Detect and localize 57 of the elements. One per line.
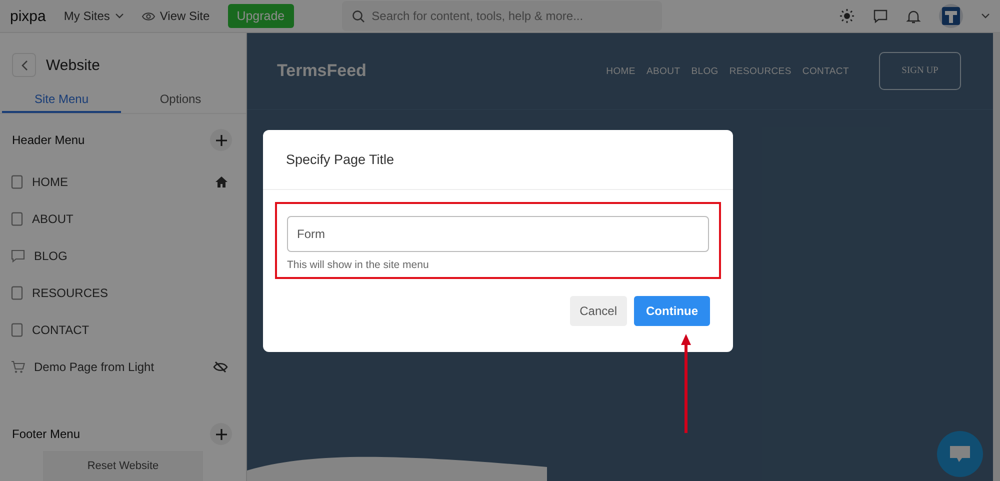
field-hint: This will show in the site menu xyxy=(287,259,430,271)
tab[interactable]: Site Menu xyxy=(2,87,121,113)
reset-website-button[interactable]: Reset Website xyxy=(43,451,203,481)
chevron-down-icon xyxy=(114,13,124,19)
speech-bubble-icon xyxy=(949,445,971,463)
nav-link[interactable]: HOME xyxy=(606,66,636,76)
plus-icon xyxy=(216,428,226,440)
menu-item[interactable]: HOME xyxy=(0,163,246,200)
menu-item[interactable]: BLOG xyxy=(0,237,246,274)
my-sites-menu[interactable]: My Sites xyxy=(64,9,124,23)
add-button[interactable] xyxy=(210,129,232,151)
cart-icon xyxy=(11,360,25,374)
avatar-icon[interactable] xyxy=(939,4,963,28)
bell-icon[interactable] xyxy=(906,8,921,24)
eye-icon xyxy=(142,12,155,20)
menu-item-label: Demo Page from Light xyxy=(34,360,156,374)
search-field[interactable]: Search for content, tools, help & more... xyxy=(342,1,662,31)
menu-item[interactable]: CONTACT xyxy=(0,311,246,348)
chat-button[interactable] xyxy=(937,431,983,477)
page-icon xyxy=(11,174,23,188)
page-icon xyxy=(11,322,23,336)
section-title: Header Menu xyxy=(12,133,85,147)
sign-up-button[interactable]: SIGN UP xyxy=(879,52,961,90)
input-field[interactable]: Form xyxy=(287,216,709,252)
page-icon xyxy=(11,286,23,300)
menu-item-label: BLOG xyxy=(34,248,68,262)
menu-item[interactable]: Demo Page from Light xyxy=(0,348,246,385)
cancel-button[interactable]: Cancel xyxy=(570,296,627,326)
plus-icon xyxy=(216,134,226,146)
speech-bubble-icon xyxy=(11,248,25,262)
nav-link[interactable]: CONTACT xyxy=(802,66,849,76)
menu-item-label: HOME xyxy=(32,174,69,188)
back-button[interactable] xyxy=(12,53,36,77)
chevron-left-icon xyxy=(20,60,28,70)
chat-icon[interactable] xyxy=(873,8,888,24)
scrollbar[interactable] xyxy=(993,33,1000,481)
view-site-link[interactable]: View Site xyxy=(142,9,210,23)
menu-item[interactable]: RESOURCES xyxy=(0,274,246,311)
search-icon xyxy=(352,10,365,23)
menu-item-label: CONTACT xyxy=(32,322,90,336)
add-button[interactable] xyxy=(210,423,232,445)
page-icon xyxy=(11,212,23,226)
menu-item[interactable]: ABOUT xyxy=(0,200,246,237)
logo[interactable]: pixpa xyxy=(10,8,46,24)
nav-link[interactable]: BLOG xyxy=(691,66,718,76)
dialog-title: Specify Page Title xyxy=(286,152,394,167)
site-logo: TermsFeed xyxy=(277,61,366,81)
chevron-down-icon[interactable] xyxy=(981,13,990,19)
menu-item-label: ABOUT xyxy=(32,212,74,226)
sun-icon[interactable] xyxy=(839,8,855,24)
tab[interactable]: Options xyxy=(121,87,240,113)
continue-button[interactable]: Continue xyxy=(634,296,710,326)
nav-link[interactable]: RESOURCES xyxy=(729,66,792,76)
nav-link[interactable]: ABOUT xyxy=(646,66,680,76)
section-title: Footer Menu xyxy=(12,427,80,441)
panel-title: Website xyxy=(46,56,100,74)
menu-item-label: RESOURCES xyxy=(32,286,110,300)
